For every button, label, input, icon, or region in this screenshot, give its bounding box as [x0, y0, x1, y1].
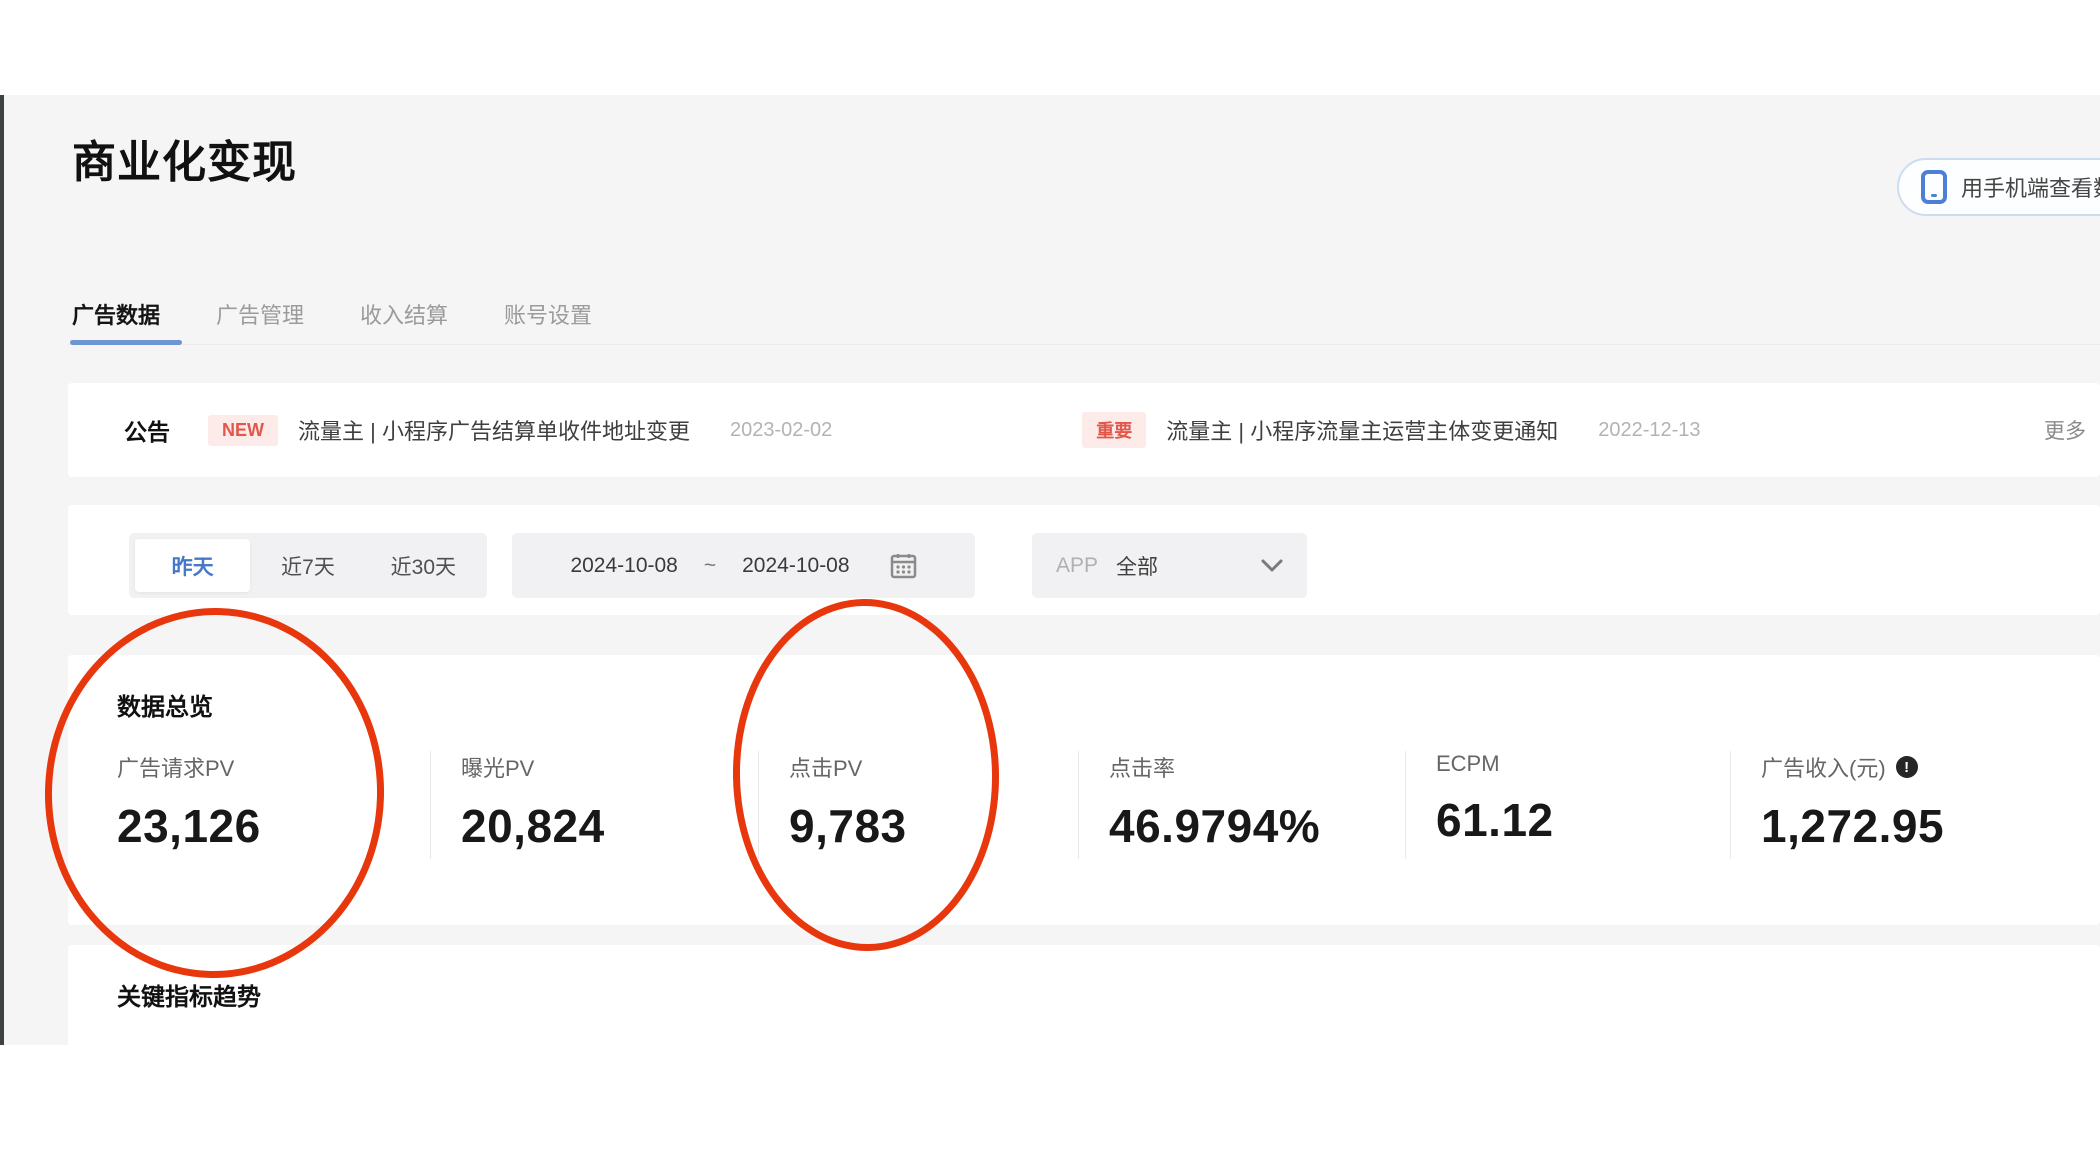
- metrics-row: 广告请求PV 23,126 曝光PV 20,824 点击PV 9,783 点击率…: [117, 751, 2030, 859]
- data-overview-card: 数据总览 广告请求PV 23,126 曝光PV 20,824 点击PV 9,78…: [68, 655, 2100, 925]
- metric-label: 曝光PV: [461, 756, 535, 781]
- important-badge: 重要: [1082, 412, 1147, 448]
- metric-label: 广告收入(元): [1761, 756, 1886, 781]
- active-tab-underline: [70, 340, 182, 345]
- announcement-more-link[interactable]: 更多: [2044, 415, 2086, 445]
- announcement-link-2[interactable]: 流量主 | 小程序流量主运营主体变更通知: [1166, 414, 1558, 446]
- metric-value: 20,824: [461, 800, 605, 852]
- metric-value: 9,783: [789, 800, 907, 852]
- tab-divider: [68, 344, 2100, 345]
- phone-icon: [1921, 170, 1947, 204]
- metric-ad-request-pv: 广告请求PV 23,126: [117, 751, 430, 859]
- date-range-end: 2024-10-08: [742, 553, 850, 577]
- metric-value: 1,272.95: [1761, 800, 1945, 852]
- app-filter-select[interactable]: APP 全部: [1032, 533, 1307, 598]
- metric-ecpm: ECPM 61.12: [1405, 751, 1730, 859]
- metric-impression-pv: 曝光PV 20,824: [430, 751, 758, 859]
- announcement-date-2: 2022-12-13: [1598, 418, 1701, 441]
- range-last-7-days[interactable]: 近7天: [250, 539, 365, 592]
- metric-click-rate: 点击率 46.9794%: [1078, 751, 1405, 859]
- date-range-start: 2024-10-08: [570, 553, 678, 577]
- metric-ad-revenue: 广告收入(元) ! 1,272.95: [1730, 751, 2030, 859]
- announcement-label: 公告: [124, 419, 170, 445]
- announcement-link-1[interactable]: 流量主 | 小程序广告结算单收件地址变更: [298, 414, 690, 446]
- info-icon[interactable]: !: [1895, 756, 1918, 778]
- metric-value: 23,126: [117, 800, 261, 852]
- announcement-bar: 公告 NEW 流量主 | 小程序广告结算单收件地址变更 2023-02-02 重…: [68, 383, 2100, 477]
- new-badge: NEW: [208, 414, 278, 446]
- metric-label: 广告请求PV: [117, 756, 235, 781]
- date-range-picker[interactable]: 2024-10-08 ~ 2024-10-08: [512, 533, 975, 598]
- key-metrics-trend-card: 关键指标趋势: [68, 945, 2100, 1156]
- overview-title: 数据总览: [117, 694, 213, 721]
- view-on-mobile-button[interactable]: 用手机端查看数: [1897, 158, 2100, 216]
- metric-value: 46.9794%: [1109, 800, 1321, 852]
- metric-value: 61.12: [1436, 794, 1554, 846]
- metric-label: 点击率: [1109, 756, 1176, 781]
- filter-bar: 昨天 近7天 近30天 2024-10-08 ~ 2024-10-08 APP …: [68, 505, 2100, 615]
- trend-title: 关键指标趋势: [117, 984, 261, 1011]
- range-yesterday[interactable]: 昨天: [135, 539, 251, 592]
- range-last-30-days[interactable]: 近30天: [366, 539, 481, 592]
- metric-label: ECPM: [1436, 751, 1500, 776]
- page-title: 商业化变现: [72, 138, 297, 187]
- app-filter-value: 全部: [1116, 555, 1159, 579]
- date-quick-range-group: 昨天 近7天 近30天: [129, 533, 487, 598]
- chevron-down-icon: [1261, 559, 1283, 572]
- announcement-date-1: 2023-02-02: [729, 418, 833, 441]
- metric-label: 点击PV: [789, 756, 863, 781]
- date-range-separator: ~: [703, 553, 717, 577]
- view-on-mobile-label: 用手机端查看数: [1961, 176, 2100, 201]
- calendar-icon[interactable]: [890, 552, 917, 579]
- app-filter-label: APP: [1056, 553, 1099, 577]
- metric-click-pv: 点击PV 9,783: [758, 751, 1078, 859]
